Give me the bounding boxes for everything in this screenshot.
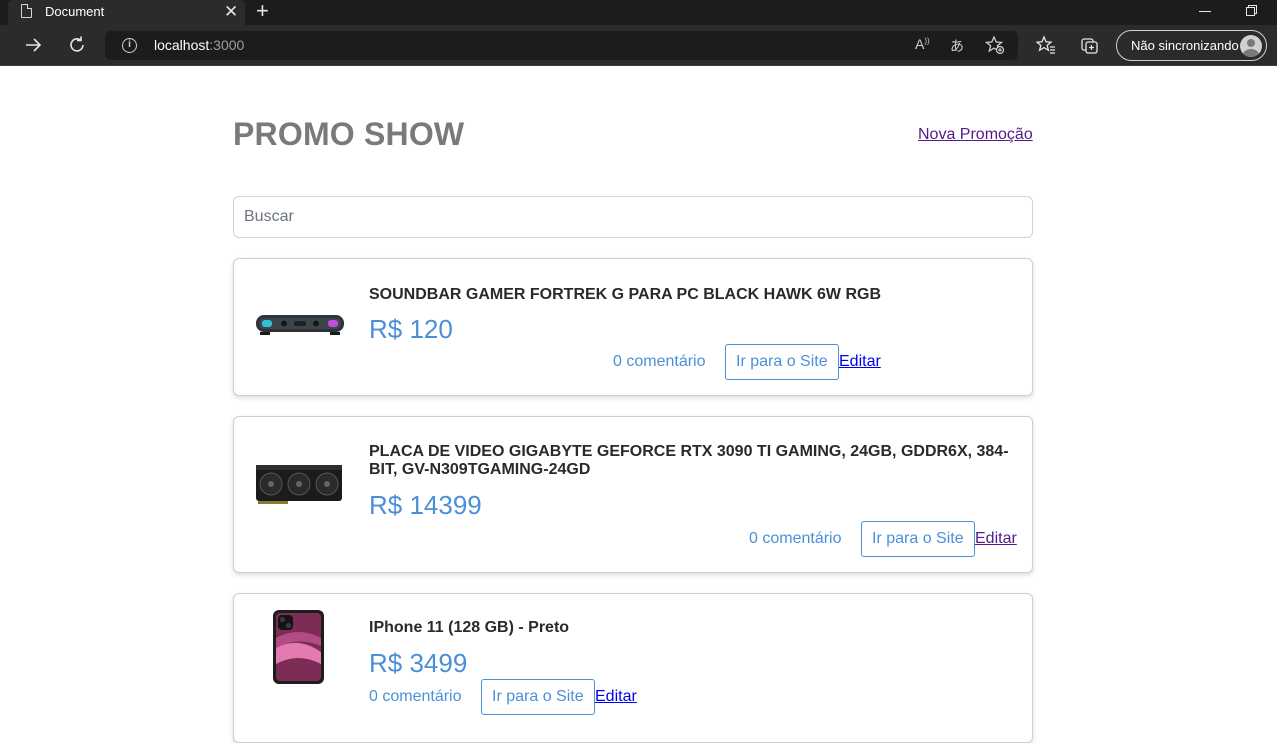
- url-text[interactable]: localhost:3000: [154, 37, 244, 53]
- comments-link[interactable]: 0 comentário: [369, 688, 462, 706]
- address-toolbar: i localhost:3000 A)) あ Não sincronizando: [0, 25, 1277, 66]
- product-title: PLACA DE VIDEO GIGABYTE GEFORCE RTX 3090…: [369, 443, 1009, 478]
- refresh-icon[interactable]: [66, 34, 88, 56]
- product-price: R$ 14399: [369, 490, 482, 520]
- promotion-card: SOUNDBAR GAMER FORTREK G PARA PC BLACK H…: [233, 258, 1033, 396]
- product-price: R$ 3499: [369, 648, 468, 678]
- go-to-site-button[interactable]: Ir para o Site: [861, 521, 975, 557]
- go-to-site-button[interactable]: Ir para o Site: [481, 679, 595, 715]
- go-to-site-button[interactable]: Ir para o Site: [725, 344, 839, 380]
- avatar-icon: [1240, 35, 1262, 57]
- new-promotion-link[interactable]: Nova Promoção: [918, 126, 1033, 144]
- page-title: PROMO SHOW: [233, 116, 465, 152]
- product-title: SOUNDBAR GAMER FORTREK G PARA PC BLACK H…: [369, 286, 881, 303]
- read-aloud-icon[interactable]: A)): [915, 36, 930, 52]
- browser-tab[interactable]: Document ✕: [8, 0, 245, 25]
- close-icon[interactable]: ✕: [224, 2, 238, 22]
- sync-label: Não sincronizando: [1131, 38, 1239, 53]
- minimize-icon[interactable]: [1199, 11, 1211, 12]
- info-icon[interactable]: i: [122, 38, 137, 53]
- favorite-add-icon[interactable]: [985, 35, 1005, 55]
- favorites-icon[interactable]: [1036, 35, 1056, 55]
- restore-icon[interactable]: [1246, 5, 1257, 16]
- product-image-soundbar: [256, 315, 344, 335]
- sync-profile-button[interactable]: Não sincronizando: [1116, 30, 1267, 61]
- promotion-card: PLACA DE VIDEO GIGABYTE GEFORCE RTX 3090…: [233, 416, 1033, 573]
- browser-tab-strip: Document ✕ +: [0, 0, 1277, 25]
- plus-icon[interactable]: +: [256, 0, 269, 22]
- search-input[interactable]: [233, 196, 1033, 238]
- tab-title: Document: [45, 4, 105, 19]
- collections-icon[interactable]: [1080, 35, 1100, 55]
- product-image-iphone: [273, 610, 324, 684]
- comments-link[interactable]: 0 comentário: [613, 353, 706, 371]
- promotion-card: IPhone 11 (128 GB) - Preto R$ 3499 0 com…: [233, 593, 1033, 743]
- edit-link[interactable]: Editar: [595, 688, 637, 706]
- back-icon[interactable]: [22, 34, 44, 56]
- product-title: IPhone 11 (128 GB) - Preto: [369, 619, 570, 636]
- address-bar[interactable]: i localhost:3000 A)) あ: [105, 31, 1018, 60]
- translate-icon[interactable]: あ: [950, 36, 964, 56]
- edit-link[interactable]: Editar: [975, 530, 1017, 548]
- product-image-graphics-card: [256, 465, 342, 504]
- comments-link[interactable]: 0 comentário: [749, 530, 842, 548]
- document-icon: [21, 4, 32, 18]
- product-price: R$ 120: [369, 314, 453, 344]
- edit-link[interactable]: Editar: [839, 353, 881, 371]
